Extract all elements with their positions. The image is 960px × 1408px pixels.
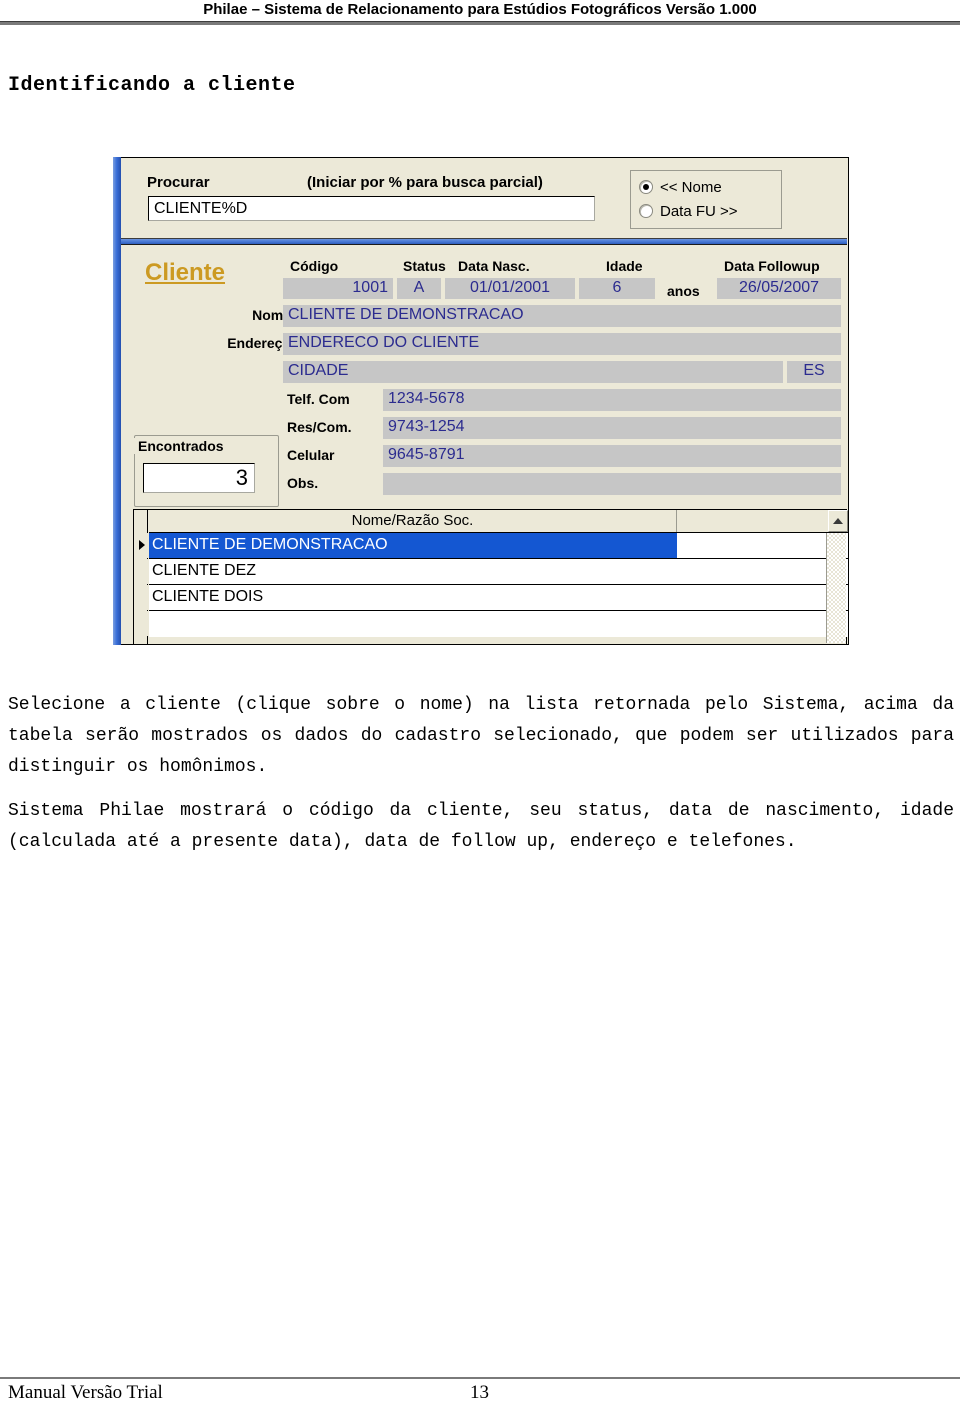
body-paragraph-1: Selecione a cliente (clique sobre o nome…	[8, 690, 954, 783]
table-row[interactable]: CLIENTE DE DEMONSTRACAO	[135, 533, 848, 559]
client-section-title: Cliente	[145, 259, 226, 286]
field-endereco[interactable]: ENDERECO DO CLIENTE	[283, 333, 841, 355]
label-endereco: Endereço	[227, 335, 291, 351]
page-header-title: Philae – Sistema de Relacionamento para …	[203, 1, 757, 18]
label-observacoes: Obs.	[287, 475, 319, 491]
table-row[interactable]	[135, 611, 848, 637]
search-hint-label: (Iniciar por % para busca parcial)	[307, 174, 543, 191]
radio-unselected-icon	[639, 204, 653, 218]
vertical-scrollbar-track[interactable]	[826, 533, 846, 643]
column-header-codigo: Código	[290, 258, 339, 274]
label-telefone-residencial: Res/Com.	[287, 419, 352, 435]
body-paragraph-1-text: Selecione a cliente (clique sobre o nome…	[8, 695, 954, 777]
field-uf[interactable]: ES	[787, 361, 841, 383]
field-observacoes[interactable]	[383, 473, 841, 495]
grid-cell-nome	[149, 611, 677, 636]
grid-rows-container: CLIENTE DE DEMONSTRACAO CLIENTE DEZ CLIE…	[135, 533, 848, 644]
grid-header-row: Nome/Razão Soc.	[149, 510, 848, 533]
label-telefone-comercial: Telf. Com	[287, 391, 350, 407]
body-paragraph-2: Sistema Philae mostrará o código da clie…	[8, 796, 954, 858]
window-body: Procurar (Iniciar por % para busca parci…	[121, 157, 849, 645]
row-indicator	[135, 559, 148, 584]
sort-mode-radio-group: << Nome Data FU >>	[630, 170, 782, 229]
found-count-value[interactable]: 3	[143, 463, 255, 493]
window-left-accent-bar	[113, 157, 121, 645]
panel-divider	[121, 238, 847, 245]
field-nome[interactable]: CLIENTE DE DEMONSTRACAO	[283, 305, 841, 327]
label-nome: Nome	[252, 307, 291, 323]
radio-option-nome[interactable]: << Nome	[639, 176, 722, 198]
field-celular[interactable]: 9645-8791	[383, 445, 841, 467]
grid-cell-blank	[678, 559, 826, 584]
radio-option-data-fu[interactable]: Data FU >>	[639, 200, 738, 222]
table-row[interactable]: CLIENTE DEZ	[135, 559, 848, 585]
search-label: Procurar	[147, 174, 210, 191]
radio-option-nome-label: << Nome	[660, 178, 722, 196]
grid-cell-blank	[678, 585, 826, 610]
page-title: Identificando a cliente	[8, 74, 296, 97]
application-screenshot: Procurar (Iniciar por % para busca parci…	[113, 157, 849, 645]
column-header-data-followup: Data Followup	[724, 258, 820, 274]
column-header-idade: Idade	[606, 258, 643, 274]
grid-cell-blank	[678, 533, 826, 558]
grid-cell-nome: CLIENTE DEZ	[152, 562, 257, 579]
footer-manual-label: Manual Versão Trial	[8, 1382, 163, 1403]
search-input[interactable]: CLIENTE%D	[148, 196, 595, 221]
chevron-up-icon	[833, 518, 843, 524]
field-cidade[interactable]: CIDADE	[283, 361, 783, 383]
field-idade[interactable]: 6	[579, 278, 655, 299]
field-telefone-residencial[interactable]: 9743-1254	[383, 417, 841, 439]
found-count-label: Encontrados	[134, 438, 228, 454]
radio-option-data-fu-label: Data FU >>	[660, 202, 738, 220]
body-paragraph-2-text: Sistema Philae mostrará o código da clie…	[8, 801, 954, 852]
field-telefone-comercial[interactable]: 1234-5678	[383, 389, 841, 411]
field-codigo[interactable]: 1001	[283, 278, 393, 299]
table-row[interactable]: CLIENTE DOIS	[135, 585, 848, 611]
footer-page-number: 13	[470, 1382, 489, 1403]
column-header-status: Status	[403, 258, 446, 274]
search-panel: Procurar (Iniciar por % para busca parci…	[121, 158, 847, 238]
field-data-nascimento[interactable]: 01/01/2001	[445, 278, 575, 299]
grid-cell-nome: CLIENTE DE DEMONSTRACAO	[149, 533, 677, 558]
scrollbar-up-button[interactable]	[828, 510, 848, 532]
footer-divider-rule	[0, 1377, 960, 1379]
label-celular: Celular	[287, 447, 335, 463]
grid-cell-blank	[678, 611, 826, 636]
grid-column-header-nome[interactable]: Nome/Razão Soc.	[149, 510, 677, 532]
column-header-data-nasc: Data Nasc.	[458, 258, 530, 274]
radio-selected-icon	[639, 180, 653, 194]
row-indicator	[135, 585, 148, 610]
label-anos: anos	[667, 283, 700, 299]
field-data-followup[interactable]: 26/05/2007	[717, 278, 841, 299]
header-divider-rule	[0, 21, 960, 25]
grid-cell-nome: CLIENTE DOIS	[152, 588, 264, 605]
row-indicator	[135, 611, 148, 636]
field-status[interactable]: A	[397, 278, 441, 299]
results-grid: Nome/Razão Soc. CLIENTE DE DEMONSTRACAO …	[133, 509, 848, 645]
grid-column-header-blank	[678, 510, 826, 532]
client-detail-panel: Cliente Código Status Data Nasc. Idade D…	[121, 245, 847, 509]
row-selection-arrow-icon	[135, 533, 148, 558]
